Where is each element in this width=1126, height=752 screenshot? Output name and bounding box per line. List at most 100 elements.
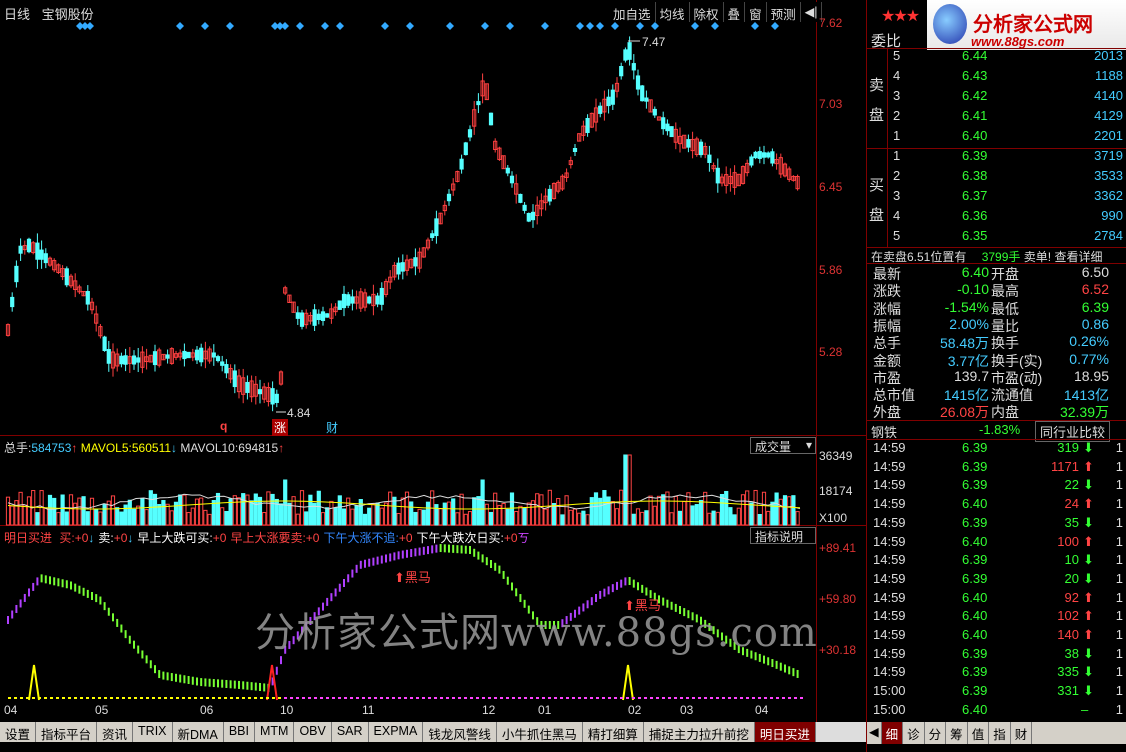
indicator-tab[interactable]: 明日买进	[754, 722, 816, 742]
volume-bar	[526, 502, 531, 526]
toolbar-button[interactable]: 均线	[656, 2, 690, 22]
volume-total-arrow: ↑	[71, 441, 78, 455]
sell-level-row[interactable]: 4 6.43 1188	[867, 68, 1126, 88]
indicator-tab[interactable]: 新DMA	[172, 722, 224, 742]
signal-diamond	[176, 22, 184, 30]
indicator-tab[interactable]: BBI	[223, 722, 255, 742]
indicator-baseline	[308, 697, 311, 699]
indicator-baseline	[344, 697, 347, 699]
indicator-tab[interactable]: 设置	[0, 722, 37, 742]
signal-diamond	[296, 22, 304, 30]
indicator-tab[interactable]: EXPMA	[368, 722, 424, 742]
indicator-baseline	[794, 697, 797, 699]
volume-bar	[787, 496, 792, 526]
level-number: 3	[893, 188, 901, 203]
sell-level-row[interactable]: 5 6.44 2013	[867, 48, 1126, 68]
tick-price: 6.39	[962, 514, 988, 530]
signal-diamond	[406, 22, 414, 30]
sell-level-row[interactable]: 3 6.42 4140	[867, 88, 1126, 108]
volume-bar	[98, 511, 103, 526]
event-marker-cai[interactable]: 财	[326, 419, 338, 436]
candle-body	[749, 156, 754, 166]
indicator-baseline	[122, 697, 125, 699]
toolbar-button[interactable]: 叠	[724, 2, 746, 22]
tick-price: 6.39	[962, 664, 988, 680]
candle-body	[224, 364, 229, 374]
indicator-tab[interactable]: 钱龙风警线	[423, 722, 497, 742]
indicator-baseline	[332, 697, 335, 699]
tick-price: 6.39	[962, 440, 988, 455]
buy-level-row[interactable]: 1 6.39 3719	[867, 148, 1126, 168]
level-volume: 3719	[1094, 148, 1123, 163]
volume-bar	[26, 496, 32, 526]
indicator-tab[interactable]: 资讯	[97, 722, 134, 742]
sell-level-row[interactable]: 2 6.41 4129	[867, 108, 1126, 128]
volume-bar	[602, 490, 607, 526]
volume-bar	[627, 454, 632, 526]
indicator-tab[interactable]: SAR	[331, 722, 369, 742]
event-marker-q[interactable]: q	[220, 419, 227, 433]
buy-level-row[interactable]: 4 6.36 990	[867, 208, 1126, 228]
indicator-item-label: 买:	[59, 531, 75, 545]
toolbar-button[interactable]: 预测	[767, 2, 801, 22]
chart-area[interactable]: 日线 宝钢股份 加自选 均线 除权叠窗预测 ◀| 7.62 7.03 6.45 5.8…	[0, 0, 866, 722]
candle-body	[761, 152, 767, 158]
time-axis-label: 04	[755, 703, 769, 717]
indicator-baseline	[62, 697, 65, 699]
indicator-tab[interactable]: OBV	[294, 722, 332, 742]
indicator-baseline	[92, 697, 95, 699]
scroll-left-icon[interactable]: ◀	[867, 722, 882, 744]
indicator-axis-label: +59.80	[819, 592, 857, 606]
indicator-tab[interactable]: 指标平台	[36, 722, 98, 742]
right-panel-tab[interactable]: 分	[925, 722, 947, 744]
volume-bar	[593, 492, 599, 526]
notice-detail-link[interactable]: 查看详细	[1054, 250, 1102, 264]
level-price: 6.44	[962, 48, 988, 63]
signal-diamond	[336, 22, 344, 30]
right-panel-tab[interactable]: 诊	[903, 722, 925, 744]
volume-bar	[329, 500, 334, 526]
toolbar-button[interactable]: 除权	[690, 2, 724, 22]
indicator-tab[interactable]: 捕捉主力拉升前挖	[643, 722, 755, 742]
volume-bar	[749, 502, 754, 526]
buy-level-row[interactable]: 5 6.35 2784	[867, 228, 1126, 248]
sell-level-row[interactable]: 1 6.40 2201	[867, 128, 1126, 148]
right-panel-tab[interactable]: 筹	[946, 722, 968, 744]
buy-level-row[interactable]: 3 6.37 3362	[867, 188, 1126, 208]
indicator-baseline	[446, 697, 449, 699]
tick-price: 6.40	[962, 589, 988, 605]
indicator-tab[interactable]: MTM	[254, 722, 295, 742]
indicator-tab[interactable]: TRIX	[133, 722, 173, 742]
right-panel-tab[interactable]: 细	[881, 722, 904, 744]
candle-body	[295, 312, 300, 319]
candle-body	[186, 351, 191, 359]
right-panel-tab[interactable]: 财	[1011, 722, 1033, 744]
signal-diamond	[381, 22, 389, 30]
right-panel-tab[interactable]: 值	[968, 722, 990, 744]
candle-body	[119, 355, 124, 365]
indicator-baseline	[722, 697, 725, 699]
volume-bar	[711, 510, 716, 526]
quote-value: 6.50	[1081, 264, 1109, 280]
indicator-tab[interactable]: 小牛抓住黑马	[496, 722, 583, 742]
toolbar-button[interactable]: 加自选	[609, 2, 656, 22]
volume-tab-label: 成交量	[755, 440, 792, 454]
period-label[interactable]: 日线	[4, 7, 30, 22]
indicator-item-value: +0	[74, 531, 89, 545]
candle-body	[10, 296, 15, 308]
event-marker-zhang[interactable]: 涨	[272, 419, 289, 436]
indicator-help-button[interactable]: 指标说明	[750, 527, 816, 544]
indicator-baseline	[596, 697, 599, 699]
volume-bar	[648, 495, 653, 526]
indicator-tab[interactable]: 精打细算	[582, 722, 644, 742]
candle-body	[35, 242, 40, 260]
tick-time: 14:59	[873, 552, 906, 568]
buy-level-row[interactable]: 2 6.38 3533	[867, 168, 1126, 188]
tick-row: 14:59 6.39 10 ⬇ 1	[867, 552, 1126, 572]
right-panel-tab[interactable]: 指	[989, 722, 1011, 744]
volume-indicator-select[interactable]: 成交量 ▾	[750, 437, 816, 454]
toolbar-button[interactable]: 窗	[745, 2, 767, 22]
indicator-item-arrow: ↓	[127, 531, 134, 545]
indicator-baseline	[566, 697, 569, 699]
level-price: 6.39	[962, 148, 988, 163]
